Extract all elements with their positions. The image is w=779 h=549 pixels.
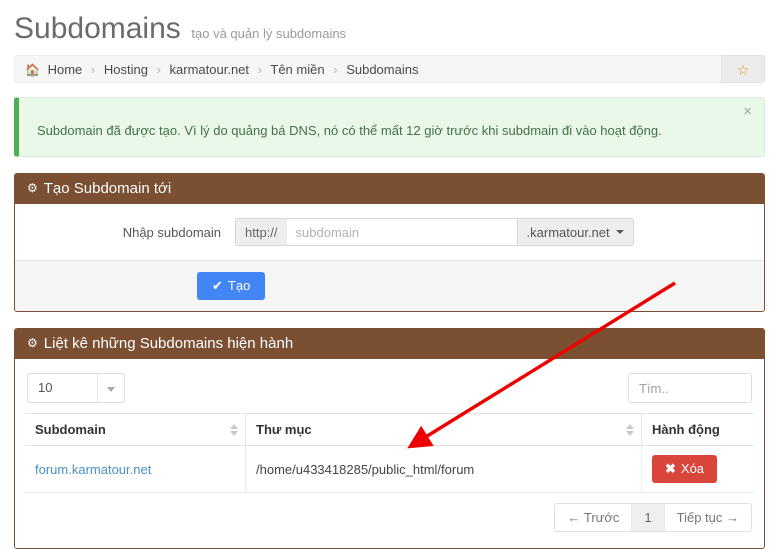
domain-suffix-label: .karmatour.net <box>526 224 610 240</box>
subdomain-form-row: Nhập subdomain http:// .karmatour.net <box>25 218 754 246</box>
pagination-page-1[interactable]: 1 <box>632 504 665 531</box>
delete-button-label: Xóa <box>680 461 705 476</box>
check-icon: ✔ <box>212 278 223 293</box>
cogs-icon: ⚙ <box>27 181 38 195</box>
pagination-prev[interactable]: ← Trước <box>555 504 633 531</box>
list-panel-heading: ⚙ Liệt kê những Subdomains hiện hành <box>15 329 764 359</box>
protocol-addon: http:// <box>235 218 287 246</box>
table-toolbar: 10 <box>25 373 754 413</box>
subdomain-input-group: http:// .karmatour.net <box>235 218 634 246</box>
create-panel-body: Nhập subdomain http:// .karmatour.net <box>15 204 764 260</box>
page-subtitle: tạo và quản lý subdomains <box>191 26 347 41</box>
subdomain-link[interactable]: forum.karmatour.net <box>35 462 151 477</box>
chevron-down-icon <box>107 387 115 392</box>
alert-message: Subdomain đã được tạo. Vì lý do quảng bá… <box>37 123 662 138</box>
page-header: Subdomains tạo và quản lý subdomains <box>0 0 779 52</box>
column-label-action: Hành động <box>652 422 720 437</box>
create-panel-footer: ✔ Tạo <box>15 260 764 311</box>
column-label-directory: Thư mục <box>256 422 312 437</box>
list-panel-title: Liệt kê những Subdomains hiện hành <box>43 335 294 352</box>
breadcrumb-item-domain[interactable]: karmatour.net <box>170 62 250 77</box>
create-subdomain-panel: ⚙ Tạo Subdomain tới Nhập subdomain http:/… <box>14 173 765 312</box>
cell-directory: /home/u433418285/public_html/forum <box>245 445 642 493</box>
breadcrumb-item-tenmien[interactable]: Tên miền <box>270 62 324 77</box>
column-header-directory[interactable]: Thư mục <box>245 413 642 446</box>
subdomains-table: Subdomain Thư mục Hành động forum.karmat <box>25 413 754 493</box>
column-header-subdomain[interactable]: Subdomain <box>25 413 246 446</box>
subdomains-list-panel: ⚙ Liệt kê những Subdomains hiện hành 10 S… <box>14 328 765 549</box>
breadcrumb: 🏠 Home › Hosting › karmatour.net › Tên m… <box>14 55 765 83</box>
breadcrumb-separator: › <box>257 62 262 77</box>
table-header-row: Subdomain Thư mục Hành động <box>25 413 754 446</box>
breadcrumb-separator: › <box>333 62 338 77</box>
cogs-icon: ⚙ <box>27 336 38 350</box>
favorite-button[interactable]: ☆ <box>721 55 765 83</box>
cell-action: ✖ Xóa <box>641 445 754 493</box>
column-label-subdomain: Subdomain <box>35 422 106 437</box>
create-panel-heading: ⚙ Tạo Subdomain tới <box>15 174 764 204</box>
search-input[interactable] <box>628 373 752 403</box>
home-icon: 🏠 <box>25 63 40 77</box>
sort-icon <box>230 423 238 436</box>
delete-subdomain-button[interactable]: ✖ Xóa <box>652 455 718 483</box>
star-icon: ☆ <box>736 62 750 78</box>
close-icon[interactable]: × <box>743 104 752 119</box>
column-header-action: Hành động <box>641 413 754 446</box>
table-body: forum.karmatour.net /home/u433418285/pub… <box>25 445 754 493</box>
x-icon: ✖ <box>665 461 676 476</box>
table-head: Subdomain Thư mục Hành động <box>25 413 754 446</box>
select-divider <box>97 374 98 402</box>
page-length-select[interactable]: 10 <box>27 373 125 403</box>
breadcrumb-item-hosting[interactable]: Hosting <box>104 62 148 77</box>
domain-suffix-dropdown[interactable]: .karmatour.net <box>516 218 634 246</box>
page-title: Subdomains <box>14 12 181 45</box>
list-panel-body: 10 Subdomain Thư mục Hàn <box>15 359 764 548</box>
create-button-label: Tạo <box>227 278 251 293</box>
page-length-value: 10 <box>38 380 53 395</box>
breadcrumb-separator: › <box>156 62 161 77</box>
breadcrumb-item-subdomains[interactable]: Subdomains <box>346 62 418 77</box>
breadcrumb-separator: › <box>90 62 96 77</box>
pagination-wrapper: ← Trước 1 Tiếp tục → <box>25 493 754 534</box>
breadcrumb-item-home[interactable]: Home <box>48 62 83 77</box>
subdomain-input[interactable] <box>286 218 517 246</box>
sort-icon <box>626 423 634 436</box>
create-panel-title: Tạo Subdomain tới <box>43 180 172 197</box>
cell-subdomain: forum.karmatour.net <box>25 445 246 493</box>
subdomain-field-label: Nhập subdomain <box>122 224 221 240</box>
chevron-down-icon <box>615 230 624 234</box>
table-row: forum.karmatour.net /home/u433418285/pub… <box>25 445 754 493</box>
pagination: ← Trước 1 Tiếp tục → <box>554 503 752 532</box>
create-subdomain-button[interactable]: ✔ Tạo <box>197 272 266 300</box>
pagination-next[interactable]: Tiếp tục → <box>664 504 751 531</box>
success-alert: Subdomain đã được tạo. Vì lý do quảng bá… <box>14 97 765 157</box>
